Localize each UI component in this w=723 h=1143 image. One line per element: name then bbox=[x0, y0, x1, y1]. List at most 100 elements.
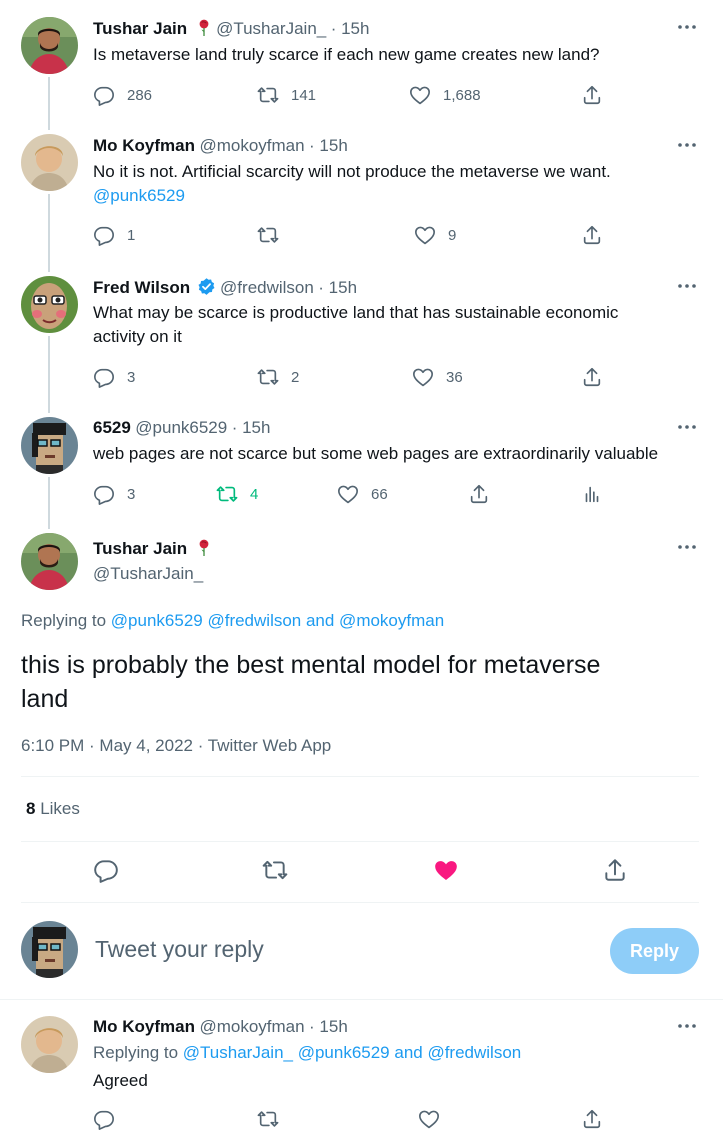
avatar-self[interactable] bbox=[21, 921, 78, 978]
avatar-mo[interactable] bbox=[21, 134, 78, 191]
like-button[interactable] bbox=[418, 1107, 440, 1131]
divider bbox=[0, 999, 723, 1000]
display-name[interactable]: Mo Koyfman bbox=[93, 136, 195, 155]
retweet-button[interactable]: 141 bbox=[257, 83, 316, 107]
share-button[interactable] bbox=[468, 482, 490, 506]
like-button[interactable]: 36 bbox=[412, 365, 463, 389]
share-icon bbox=[581, 84, 603, 106]
share-button[interactable] bbox=[581, 365, 603, 389]
timestamp[interactable]: · 15h bbox=[232, 418, 271, 437]
analytics-button[interactable] bbox=[581, 482, 603, 506]
retweet-icon bbox=[257, 1108, 279, 1130]
handle[interactable]: @fredwilson bbox=[220, 278, 314, 297]
like-button[interactable]: 9 bbox=[414, 223, 456, 247]
handle[interactable]: @mokoyfman bbox=[199, 1017, 304, 1036]
avatar-tushar[interactable] bbox=[21, 533, 78, 590]
reply-icon bbox=[93, 84, 115, 106]
divider bbox=[21, 776, 699, 777]
display-name[interactable]: Mo Koyfman bbox=[93, 1017, 195, 1036]
rose-icon bbox=[196, 18, 212, 38]
reply-submit-button[interactable]: Reply bbox=[610, 928, 699, 974]
share-button[interactable] bbox=[581, 223, 603, 247]
like-icon bbox=[412, 366, 434, 388]
more-icon[interactable] bbox=[677, 142, 697, 152]
reply-button[interactable]: 1 bbox=[93, 223, 135, 247]
reply-count: 1 bbox=[127, 226, 136, 244]
handle[interactable]: @punk6529 bbox=[135, 418, 227, 437]
replying-to-links[interactable]: @TusharJain_ @punk6529 and @fredwilson bbox=[183, 1043, 521, 1062]
avatar-6529[interactable] bbox=[21, 417, 78, 474]
reply-button[interactable]: 286 bbox=[93, 83, 152, 107]
handle[interactable]: @mokoyfman bbox=[199, 136, 304, 155]
display-name[interactable]: Tushar Jain bbox=[93, 19, 187, 38]
retweet-button[interactable] bbox=[262, 858, 288, 882]
share-icon bbox=[581, 224, 603, 246]
like-button[interactable]: 1,688 bbox=[409, 83, 481, 107]
avatar-fred[interactable] bbox=[21, 276, 78, 333]
reply-button[interactable] bbox=[93, 1107, 115, 1131]
avatar-mo[interactable] bbox=[21, 1016, 78, 1073]
reply-count: 3 bbox=[127, 368, 136, 386]
more-icon[interactable] bbox=[677, 283, 697, 293]
like-button[interactable]: 66 bbox=[337, 482, 388, 506]
analytics-icon bbox=[581, 483, 603, 505]
display-name[interactable]: 6529 bbox=[93, 418, 131, 437]
tweet-text: web pages are not scarce but some web pa… bbox=[93, 444, 659, 463]
timestamp[interactable]: · 15h bbox=[318, 278, 357, 297]
share-button[interactable] bbox=[581, 1107, 603, 1131]
mention-link[interactable]: @punk6529 bbox=[93, 184, 185, 208]
timestamp[interactable]: · 15h bbox=[331, 19, 370, 38]
retweet-icon bbox=[257, 84, 279, 106]
reply-icon bbox=[93, 857, 119, 883]
reply-button[interactable]: 3 bbox=[93, 482, 135, 506]
tweet-header: Fred Wilson @fredwilson · 15h bbox=[93, 277, 357, 298]
retweet-button[interactable]: 2 bbox=[257, 365, 299, 389]
display-name[interactable]: Tushar Jain bbox=[93, 539, 187, 558]
share-icon bbox=[581, 1108, 603, 1130]
more-icon[interactable] bbox=[677, 24, 697, 34]
reply-input[interactable]: Tweet your reply bbox=[95, 936, 264, 963]
likes-summary[interactable]: 8 Likes bbox=[26, 799, 80, 819]
retweet-button[interactable]: 4 bbox=[216, 482, 258, 506]
retweet-button[interactable] bbox=[257, 223, 279, 247]
timestamp[interactable]: · 15h bbox=[309, 1017, 348, 1036]
retweet-icon bbox=[216, 483, 238, 505]
like-icon bbox=[433, 857, 459, 883]
more-icon[interactable] bbox=[677, 1023, 697, 1033]
avatar-tushar[interactable] bbox=[21, 17, 78, 74]
retweet-button[interactable] bbox=[257, 1107, 279, 1131]
divider bbox=[21, 902, 699, 903]
display-name[interactable]: Fred Wilson bbox=[93, 278, 190, 297]
divider bbox=[21, 841, 699, 842]
retweet-icon bbox=[262, 857, 288, 883]
share-icon bbox=[581, 366, 603, 388]
share-button[interactable] bbox=[602, 858, 628, 882]
like-icon bbox=[418, 1108, 440, 1130]
like-icon bbox=[337, 483, 359, 505]
focused-timestamp[interactable]: 6:10 PM · May 4, 2022 · Twitter Web App bbox=[21, 736, 331, 756]
verified-icon bbox=[197, 277, 216, 296]
thread-line bbox=[48, 477, 50, 529]
replying-to-links[interactable]: @punk6529 @fredwilson and @mokoyfman bbox=[111, 611, 444, 630]
focused-author: Tushar Jain bbox=[93, 538, 212, 559]
tweet-header: Mo Koyfman @mokoyfman · 15h bbox=[93, 1017, 348, 1037]
handle[interactable]: @TusharJain_ bbox=[93, 564, 203, 584]
thread-line bbox=[48, 194, 50, 272]
like-icon bbox=[414, 224, 436, 246]
more-icon[interactable] bbox=[677, 424, 697, 434]
retweet-icon bbox=[257, 366, 279, 388]
handle[interactable]: @TusharJain_ bbox=[216, 19, 326, 38]
timestamp[interactable]: · 15h bbox=[309, 136, 348, 155]
reply-button[interactable] bbox=[93, 858, 119, 882]
reply-button[interactable]: 3 bbox=[93, 365, 135, 389]
more-icon[interactable] bbox=[677, 544, 697, 554]
reply-icon bbox=[93, 1108, 115, 1130]
share-button[interactable] bbox=[581, 83, 603, 107]
like-button[interactable] bbox=[433, 858, 459, 882]
tweet-header: Mo Koyfman @mokoyfman · 15h bbox=[93, 136, 348, 156]
tweet-text: No it is not. Artificial scarcity will n… bbox=[93, 162, 611, 181]
reply-icon bbox=[93, 483, 115, 505]
tweet-text: activity on it bbox=[93, 327, 182, 346]
tweet-text: What may be scarce is productive land th… bbox=[93, 303, 619, 322]
retweet-count: 4 bbox=[250, 485, 259, 503]
